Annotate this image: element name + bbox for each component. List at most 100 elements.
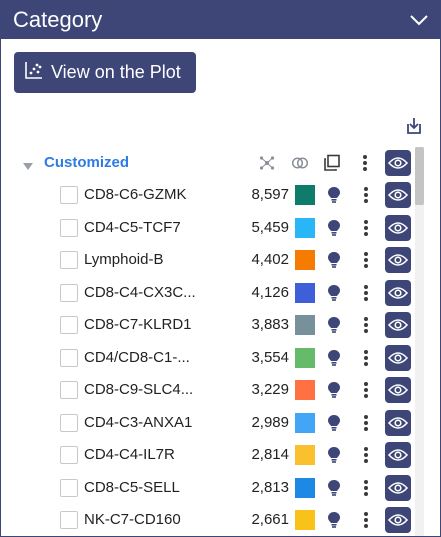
list-item[interactable]: CD4-C5-TCF7 5,459 bbox=[1, 212, 440, 244]
list-item[interactable]: NK-C7-CD160 2,661 bbox=[1, 504, 440, 536]
more-vert-icon[interactable] bbox=[358, 185, 374, 205]
eye-icon[interactable] bbox=[385, 344, 411, 371]
item-count: 2,989 bbox=[251, 413, 289, 431]
eye-icon[interactable] bbox=[385, 474, 411, 501]
lightbulb-icon[interactable] bbox=[325, 250, 343, 270]
eye-icon[interactable] bbox=[385, 150, 411, 176]
lightbulb-icon[interactable] bbox=[325, 510, 343, 530]
list-item[interactable]: CD8-C5-SELL 2,813 bbox=[1, 472, 440, 504]
item-name: CD8-C9-SLC4... bbox=[84, 381, 194, 398]
item-name: CD4-C3-ANXA1 bbox=[84, 413, 193, 431]
more-vert-icon[interactable] bbox=[358, 315, 374, 335]
eye-icon[interactable] bbox=[385, 507, 411, 533]
item-checkbox[interactable] bbox=[60, 283, 78, 302]
panel-header[interactable]: Category bbox=[1, 1, 440, 39]
list-item[interactable]: CD4/CD8-C1-... 3,554 bbox=[1, 342, 440, 374]
lightbulb-icon[interactable] bbox=[325, 185, 343, 205]
eye-icon[interactable] bbox=[385, 409, 411, 436]
panel-title: Category bbox=[13, 7, 103, 32]
item-checkbox[interactable] bbox=[60, 251, 78, 269]
more-vert-icon[interactable] bbox=[358, 250, 374, 270]
item-count: 3,554 bbox=[251, 348, 289, 366]
color-swatch[interactable] bbox=[295, 185, 315, 205]
lightbulb-icon[interactable] bbox=[325, 315, 343, 335]
more-vert-icon[interactable] bbox=[358, 478, 374, 498]
color-swatch[interactable] bbox=[295, 282, 315, 303]
copy-icon[interactable] bbox=[322, 153, 342, 173]
item-count: 2,661 bbox=[251, 511, 289, 528]
color-swatch[interactable] bbox=[295, 250, 315, 270]
item-name: NK-C7-CD160 bbox=[84, 511, 181, 528]
item-checkbox[interactable] bbox=[60, 218, 78, 237]
merge-icon[interactable] bbox=[290, 153, 310, 173]
color-swatch[interactable] bbox=[295, 217, 315, 238]
color-swatch[interactable] bbox=[295, 445, 315, 465]
item-name: CD4/CD8-C1-... bbox=[84, 348, 190, 366]
more-vert-icon[interactable] bbox=[358, 218, 374, 238]
caret-down-icon[interactable] bbox=[23, 158, 33, 176]
item-name: CD8-C4-CX3C... bbox=[84, 283, 196, 301]
item-count: 2,813 bbox=[251, 478, 289, 496]
item-count: 4,126 bbox=[251, 283, 289, 301]
eye-icon[interactable] bbox=[385, 377, 411, 403]
list-item[interactable]: Lymphoid-B 4,402 bbox=[1, 244, 440, 276]
color-swatch[interactable] bbox=[295, 380, 315, 400]
eye-icon[interactable] bbox=[385, 312, 411, 338]
eye-icon[interactable] bbox=[385, 279, 411, 306]
lightbulb-icon[interactable] bbox=[325, 478, 343, 498]
item-count: 5,459 bbox=[251, 218, 289, 236]
eye-icon[interactable] bbox=[385, 182, 411, 208]
list-item[interactable]: CD4-C4-IL7R 2,814 bbox=[1, 439, 440, 471]
list-item[interactable]: CD8-C4-CX3C... 4,126 bbox=[1, 277, 440, 309]
more-vert-icon[interactable] bbox=[358, 348, 374, 368]
item-checkbox[interactable] bbox=[60, 316, 78, 334]
color-swatch[interactable] bbox=[295, 347, 315, 368]
eye-icon[interactable] bbox=[385, 247, 411, 273]
download-icon[interactable] bbox=[405, 117, 423, 135]
lightbulb-icon[interactable] bbox=[325, 218, 343, 238]
item-checkbox[interactable] bbox=[60, 186, 78, 204]
item-checkbox[interactable] bbox=[60, 413, 78, 432]
lightbulb-icon[interactable] bbox=[325, 413, 343, 433]
item-name: CD8-C5-SELL bbox=[84, 478, 180, 496]
group-label[interactable]: Customized bbox=[44, 154, 129, 171]
eye-icon[interactable] bbox=[385, 214, 411, 241]
list-item[interactable]: CD8-C6-GZMK 8,597 bbox=[1, 179, 440, 211]
list-item[interactable]: CD4-C3-ANXA1 2,989 bbox=[1, 407, 440, 439]
more-vert-icon[interactable] bbox=[358, 413, 374, 433]
list-item[interactable]: CD8-C7-KLRD1 3,883 bbox=[1, 309, 440, 341]
lightbulb-icon[interactable] bbox=[325, 283, 343, 303]
view-on-plot-button[interactable]: View on the Plot bbox=[14, 52, 196, 93]
item-count: 3,229 bbox=[251, 381, 289, 398]
lightbulb-icon[interactable] bbox=[325, 348, 343, 368]
item-name: CD4-C4-IL7R bbox=[84, 446, 175, 463]
item-count: 3,883 bbox=[251, 316, 289, 333]
more-vert-icon[interactable] bbox=[358, 380, 374, 400]
item-checkbox[interactable] bbox=[60, 478, 78, 497]
item-name: CD8-C6-GZMK bbox=[84, 186, 187, 203]
category-panel: Category View on the Plot Customized CD8… bbox=[0, 0, 441, 537]
eye-icon[interactable] bbox=[385, 442, 411, 468]
more-vert-icon[interactable] bbox=[358, 445, 374, 465]
item-count: 4,402 bbox=[251, 251, 289, 268]
item-name: Lymphoid-B bbox=[84, 251, 164, 268]
item-checkbox[interactable] bbox=[60, 511, 78, 529]
color-swatch[interactable] bbox=[295, 477, 315, 498]
item-count: 2,814 bbox=[251, 446, 289, 463]
more-vert-icon[interactable] bbox=[355, 153, 375, 173]
item-checkbox[interactable] bbox=[60, 348, 78, 367]
more-vert-icon[interactable] bbox=[358, 283, 374, 303]
item-checkbox[interactable] bbox=[60, 446, 78, 464]
item-name: CD4-C5-TCF7 bbox=[84, 218, 181, 236]
item-checkbox[interactable] bbox=[60, 381, 78, 399]
color-swatch[interactable] bbox=[295, 510, 315, 530]
lightbulb-icon[interactable] bbox=[325, 380, 343, 400]
list-item[interactable]: CD8-C9-SLC4... 3,229 bbox=[1, 374, 440, 406]
color-swatch[interactable] bbox=[295, 315, 315, 335]
more-vert-icon[interactable] bbox=[358, 510, 374, 530]
lightbulb-icon[interactable] bbox=[325, 445, 343, 465]
chevron-down-icon[interactable] bbox=[408, 9, 430, 31]
color-swatch[interactable] bbox=[295, 412, 315, 433]
group-row-customized: Customized bbox=[1, 149, 440, 177]
network-icon[interactable] bbox=[257, 153, 277, 173]
